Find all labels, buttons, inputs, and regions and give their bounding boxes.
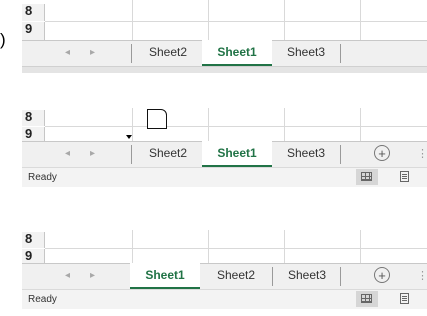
tab-separator (272, 267, 273, 286)
excel-panel-2: 8 9 ◂ ▸ Sheet2 Sheet1 Sheet3 + ⋮ Ready (22, 108, 427, 190)
sheet-tab[interactable]: Sheet2 (202, 263, 270, 289)
column-divider (284, 108, 285, 144)
grid-view-icon (361, 294, 372, 303)
status-bar: Ready (22, 289, 427, 309)
status-bar-partial (22, 66, 427, 73)
tab-separator (340, 267, 341, 286)
sheet-tab-active[interactable]: Sheet1 (130, 263, 200, 289)
add-sheet-button[interactable]: + (374, 267, 390, 283)
column-divider (132, 108, 133, 144)
drag-sheet-document-icon (147, 109, 167, 129)
scroll-tabs-right-button[interactable]: ▸ (90, 148, 95, 159)
column-divider (284, 230, 285, 266)
add-sheet-button[interactable]: + (374, 145, 390, 161)
column-divider (208, 0, 209, 44)
page-layout-icon (400, 171, 409, 182)
tab-separator (131, 145, 132, 164)
status-text: Ready (28, 294, 57, 305)
row-header-8[interactable]: 8 (22, 110, 45, 126)
sheet-tab[interactable]: Sheet2 (134, 141, 202, 167)
page-layout-icon (400, 293, 409, 304)
row-header-8[interactable]: 8 (22, 232, 45, 248)
column-divider (360, 108, 361, 144)
column-divider (360, 0, 361, 44)
more-options-icon[interactable]: ⋮ (417, 269, 427, 282)
excel-panel-3: 8 9 ◂ ▸ Sheet1 Sheet2 Sheet3 + ⋮ Ready (22, 230, 427, 316)
sheet-tab-bar: ◂ ▸ Sheet1 Sheet2 Sheet3 + ⋮ (22, 263, 427, 289)
row-divider (45, 248, 427, 249)
sheet-tab-active[interactable]: Sheet1 (202, 40, 272, 66)
insertion-marker-icon (126, 135, 132, 139)
more-options-icon[interactable]: ⋮ (417, 147, 427, 160)
column-divider (132, 230, 133, 266)
sheet-tab[interactable]: Sheet3 (273, 141, 339, 167)
scroll-tabs-right-button[interactable]: ▸ (90, 47, 95, 58)
sheet-tab-bar: ◂ ▸ Sheet2 Sheet1 Sheet3 + ⋮ (22, 141, 427, 167)
tab-separator (131, 44, 132, 63)
sheet-tab[interactable]: Sheet3 (274, 263, 340, 289)
column-divider (360, 230, 361, 266)
sheet-tab[interactable]: Sheet2 (134, 40, 202, 66)
sheet-tab-bar: ◂ ▸ Sheet2 Sheet1 Sheet3 (22, 40, 427, 66)
tab-separator (340, 145, 341, 164)
sheet-tab[interactable]: Sheet3 (273, 40, 339, 66)
status-text: Ready (28, 172, 57, 183)
scroll-tabs-left-button[interactable]: ◂ (65, 270, 70, 281)
worksheet-grid: 8 9 (22, 108, 427, 144)
column-divider (284, 0, 285, 44)
row-divider (45, 21, 427, 22)
column-divider (208, 108, 209, 144)
scroll-tabs-left-button[interactable]: ◂ (65, 47, 70, 58)
scroll-tabs-right-button[interactable]: ▸ (90, 270, 95, 281)
scroll-tabs-left-button[interactable]: ◂ (65, 148, 70, 159)
sheet-tab-active[interactable]: Sheet1 (202, 141, 272, 167)
normal-view-button[interactable] (356, 291, 378, 307)
row-header-8[interactable]: 8 (22, 4, 45, 21)
page-layout-view-button[interactable] (394, 291, 416, 307)
column-divider (208, 230, 209, 266)
tab-separator (340, 44, 341, 63)
grid-view-icon (361, 172, 372, 181)
row-divider (45, 126, 427, 127)
normal-view-button[interactable] (356, 169, 378, 185)
column-divider (132, 0, 133, 44)
status-bar: Ready (22, 167, 427, 187)
excel-panel-1: 8 9 ◂ ▸ Sheet2 Sheet1 Sheet3 (22, 0, 427, 78)
list-marker: ) (0, 30, 6, 49)
worksheet-grid: 8 9 (22, 0, 427, 44)
page-layout-view-button[interactable] (394, 169, 416, 185)
worksheet-grid: 8 9 (22, 230, 427, 266)
